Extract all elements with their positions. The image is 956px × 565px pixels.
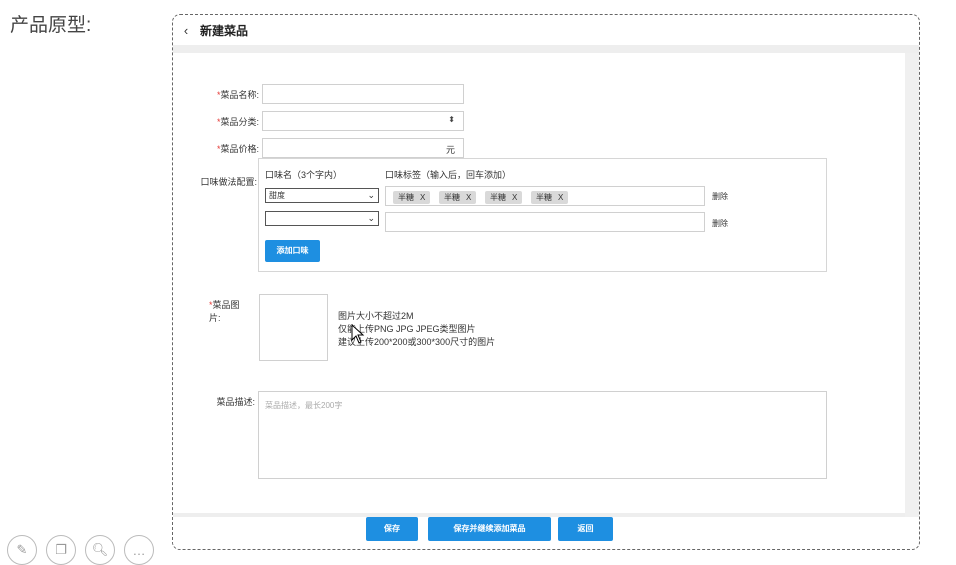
- save-continue-button[interactable]: 保存并继续添加菜品: [428, 517, 551, 541]
- header: ‹ 新建菜品: [173, 15, 919, 45]
- form-content: *菜品名称: *菜品分类: ⬍ *菜品价格: 元 口味做法配置: 口味名（3个字…: [173, 53, 905, 517]
- description-textarea[interactable]: 菜品描述，最长200字: [258, 391, 827, 479]
- more-icon[interactable]: …: [124, 535, 154, 565]
- name-label: *菜品名称:: [216, 90, 259, 100]
- description-placeholder: 菜品描述，最长200字: [265, 401, 343, 410]
- chevron-left-icon[interactable]: ‹: [175, 23, 197, 38]
- image-hint: 图片大小不超过2M: [338, 311, 414, 321]
- desc-label: 菜品描述:: [216, 397, 255, 407]
- flavor-tag[interactable]: 半糖 X: [393, 191, 431, 204]
- flavor-label: 口味做法配置:: [200, 177, 257, 187]
- dialog-frame: ‹ 新建菜品 *菜品名称: *菜品分类: ⬍ *菜品价格: 元 口味做法配置: …: [172, 14, 920, 550]
- image-label: *菜品图片:: [209, 300, 240, 323]
- flavor-name-header: 口味名（3个字内）: [265, 170, 343, 180]
- chevron-down-icon: ⌄: [367, 213, 375, 223]
- image-upload-box[interactable]: [259, 294, 328, 361]
- footer-bar: 保存 保存并继续添加菜品 返回: [173, 517, 905, 549]
- page-title: 新建菜品: [200, 23, 249, 38]
- delete-flavor-link[interactable]: 删除: [712, 218, 728, 229]
- price-suffix: 元: [445, 145, 455, 155]
- annotation-toolbar: ✎ ❐ 🔍︎ …: [7, 535, 154, 565]
- price-label: *菜品价格:: [216, 144, 259, 154]
- mouse-cursor-icon: [351, 324, 365, 344]
- flavor-name-select[interactable]: ⌄: [265, 211, 379, 226]
- back-button[interactable]: 返回: [558, 517, 613, 541]
- flavor-config-box: 口味名（3个字内） 口味标签（输入后，回车添加） 甜度 ⌄ 半糖 X 半糖 X 半糖…: [258, 158, 827, 272]
- flavor-tags-header: 口味标签（输入后，回车添加）: [385, 170, 512, 180]
- delete-flavor-link[interactable]: 删除: [712, 191, 728, 202]
- chevron-down-icon: ⌄: [367, 190, 375, 200]
- pencil-icon[interactable]: ✎: [7, 535, 37, 565]
- flavor-tag[interactable]: 半糖 X: [485, 191, 523, 204]
- updown-icon: ⬍: [448, 115, 455, 124]
- flavor-tags-input[interactable]: [385, 212, 705, 232]
- close-icon[interactable]: X: [558, 193, 563, 202]
- close-icon[interactable]: X: [420, 193, 425, 202]
- price-input[interactable]: 元: [262, 138, 464, 158]
- close-icon[interactable]: X: [512, 193, 517, 202]
- save-button[interactable]: 保存: [366, 517, 418, 541]
- flavor-name-select[interactable]: 甜度 ⌄: [265, 188, 379, 203]
- flavor-tag[interactable]: 半糖 X: [439, 191, 477, 204]
- add-flavor-button[interactable]: 添加口味: [265, 240, 320, 262]
- name-input[interactable]: [262, 84, 464, 104]
- category-label: *菜品分类:: [216, 117, 259, 127]
- flavor-tag[interactable]: 半糖 X: [531, 191, 569, 204]
- scrollbar[interactable]: [905, 53, 919, 517]
- category-select[interactable]: ⬍: [262, 111, 464, 131]
- header-divider: [173, 45, 919, 53]
- flavor-tags-input[interactable]: 半糖 X 半糖 X 半糖 X 半糖 X: [385, 186, 705, 206]
- page-label: 产品原型:: [10, 15, 92, 36]
- zoom-icon[interactable]: 🔍︎: [85, 535, 115, 565]
- close-icon[interactable]: X: [466, 193, 471, 202]
- copy-icon[interactable]: ❐: [46, 535, 76, 565]
